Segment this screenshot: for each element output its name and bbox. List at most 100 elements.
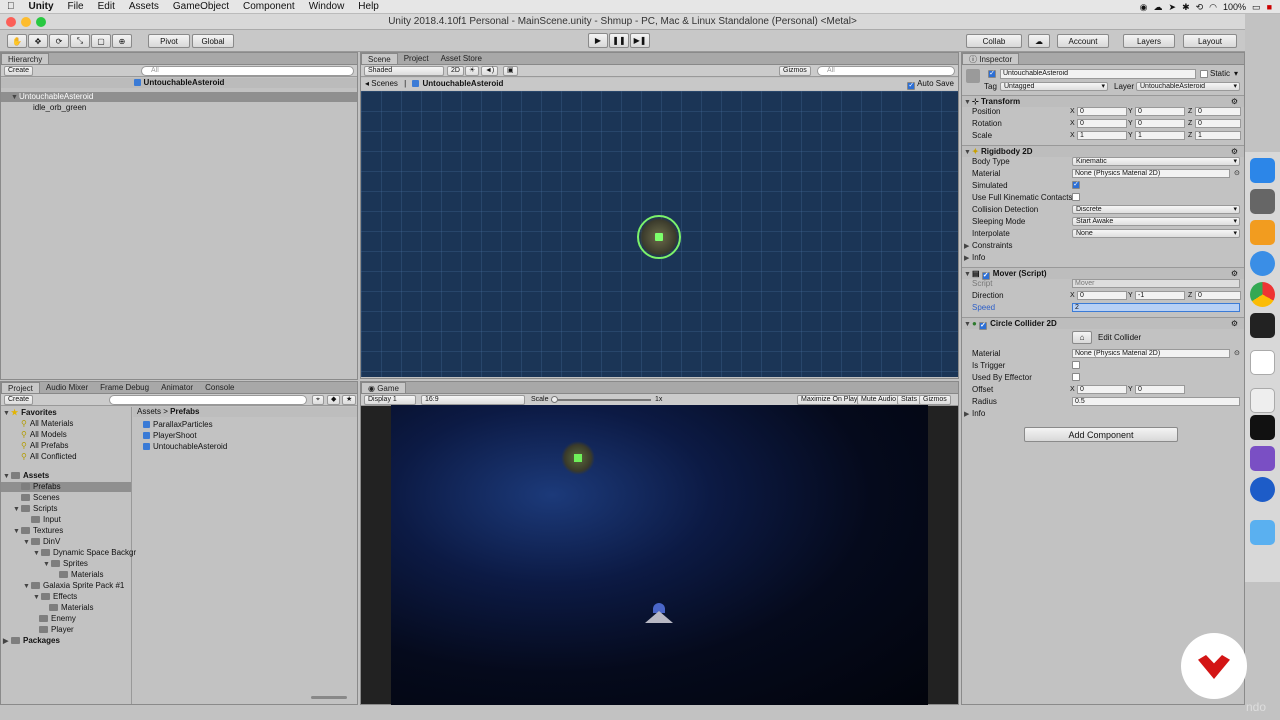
breadcrumb-assets[interactable]: Assets bbox=[137, 407, 161, 416]
mover-script-header[interactable]: ▼▤ ✓ Mover (Script) ⚙ bbox=[962, 267, 1244, 280]
sublime-dock-icon[interactable] bbox=[1250, 220, 1275, 245]
favorite-item[interactable]: ⚲ All Prefabs bbox=[21, 441, 69, 451]
menu-window[interactable]: Window bbox=[302, 1, 352, 12]
folder-item[interactable]: Enemy bbox=[39, 614, 76, 624]
scale-tool-button[interactable]: ⤡ bbox=[70, 34, 90, 48]
transform-tool-button[interactable]: ⊕ bbox=[112, 34, 132, 48]
terminal-dock-icon[interactable] bbox=[1250, 415, 1275, 440]
project-search-input[interactable] bbox=[109, 395, 307, 405]
static-checkbox[interactable] bbox=[1200, 70, 1208, 78]
folder-item[interactable]: Input bbox=[31, 515, 61, 525]
display-dropdown[interactable]: Display 1 bbox=[364, 395, 416, 405]
position-z-field[interactable]: 0 bbox=[1195, 107, 1241, 116]
tab-project[interactable]: Project bbox=[398, 53, 435, 64]
favorite-item[interactable]: ⚲ All Materials bbox=[21, 419, 73, 429]
play-button[interactable]: ▶ bbox=[588, 33, 608, 48]
packages-root[interactable]: ▶ Packages bbox=[3, 636, 60, 646]
assets-root[interactable]: ▼ Assets bbox=[3, 471, 49, 481]
audio-toggle[interactable]: ◄) bbox=[481, 66, 499, 76]
hierarchy-search-input[interactable]: All bbox=[141, 66, 354, 76]
circle-collider-header[interactable]: ▼● ✓ Circle Collider 2D ⚙ bbox=[962, 317, 1244, 330]
send-icon[interactable]: ➤ bbox=[1169, 2, 1177, 13]
cloud-button[interactable]: ☁ bbox=[1028, 34, 1050, 48]
menu-file[interactable]: File bbox=[61, 1, 91, 12]
hierarchy-item[interactable]: ▼UntouchableAsteroid bbox=[1, 92, 357, 102]
game-viewport[interactable] bbox=[391, 405, 928, 705]
stats-toggle[interactable]: Stats bbox=[897, 395, 921, 405]
asset-file[interactable]: ParallaxParticles bbox=[143, 420, 213, 430]
move-tool-button[interactable]: ✥ bbox=[28, 34, 48, 48]
scene-viewport[interactable] bbox=[361, 91, 958, 377]
pause-button[interactable]: ❚❚ bbox=[609, 33, 629, 48]
icon-size-slider[interactable] bbox=[311, 696, 347, 699]
folder-item[interactable]: ▼ Sprites bbox=[43, 559, 88, 569]
tab-frame-debug[interactable]: Frame Debug bbox=[94, 382, 155, 393]
menu-help[interactable]: Help bbox=[351, 1, 386, 12]
tag-dropdown[interactable]: Untagged bbox=[1000, 82, 1108, 91]
constraints-foldout[interactable]: ▶ Constraints bbox=[964, 241, 1012, 251]
direction-z-field[interactable]: 0 bbox=[1195, 291, 1241, 300]
close-window-button[interactable] bbox=[6, 17, 16, 27]
layout-dropdown[interactable]: Layout bbox=[1183, 34, 1237, 48]
layers-dropdown[interactable]: Layers bbox=[1123, 34, 1175, 48]
rect-tool-button[interactable]: ▢ bbox=[91, 34, 111, 48]
scale-y-field[interactable]: 1 bbox=[1135, 131, 1185, 140]
tab-audio-mixer[interactable]: Audio Mixer bbox=[40, 382, 94, 393]
favorite-star-icon[interactable]: ★ bbox=[342, 395, 357, 405]
hierarchy-create-button[interactable]: Create bbox=[4, 66, 34, 76]
global-button[interactable]: Global bbox=[192, 34, 234, 48]
asteroid-sprite[interactable] bbox=[637, 215, 681, 259]
unity-hub-dock-icon[interactable] bbox=[1250, 350, 1275, 375]
time-machine-icon[interactable]: ⟲ bbox=[1196, 2, 1204, 13]
chrome-dock-icon[interactable] bbox=[1250, 282, 1275, 307]
collider-enabled-checkbox[interactable]: ✓ bbox=[979, 322, 988, 330]
step-button[interactable]: ▶❚ bbox=[630, 33, 650, 48]
collider-info-foldout[interactable]: ▶ Info bbox=[964, 409, 985, 419]
full-kinematic-checkbox[interactable] bbox=[1072, 193, 1080, 201]
quicktime-dock-icon[interactable] bbox=[1250, 477, 1275, 502]
collab-button[interactable]: Collab bbox=[966, 34, 1022, 48]
simulated-checkbox[interactable]: ✓ bbox=[1072, 181, 1080, 189]
aspect-dropdown[interactable]: 16:9 bbox=[421, 395, 525, 405]
trash-dock-icon[interactable] bbox=[1250, 551, 1275, 576]
minimize-window-button[interactable] bbox=[21, 17, 31, 27]
interpolate-dropdown[interactable]: None bbox=[1072, 229, 1240, 238]
battery-icon[interactable]: ▭ bbox=[1252, 2, 1261, 13]
folder-item[interactable]: ▼ Scripts bbox=[13, 504, 57, 514]
favorite-item[interactable]: ⚲ All Conflicted bbox=[21, 452, 77, 462]
object-picker-icon[interactable]: ⊙ bbox=[1234, 349, 1240, 357]
shading-mode-dropdown[interactable]: Shaded bbox=[364, 66, 444, 76]
tab-hierarchy[interactable]: Hierarchy bbox=[1, 53, 50, 64]
edit-collider-button[interactable]: ⌂ bbox=[1072, 331, 1092, 344]
radius-field[interactable]: 0.5 bbox=[1072, 397, 1240, 406]
folder-item[interactable]: ▼ Textures bbox=[13, 526, 63, 536]
finder-dock-icon[interactable] bbox=[1250, 158, 1275, 183]
rigidbody2d-header[interactable]: ▼✦ Rigidbody 2D ⚙ bbox=[962, 145, 1244, 157]
tab-asset-store[interactable]: Asset Store bbox=[435, 53, 488, 64]
menu-assets[interactable]: Assets bbox=[122, 1, 166, 12]
breadcrumb-scenes[interactable]: Scenes bbox=[371, 79, 398, 88]
used-by-effector-checkbox[interactable] bbox=[1072, 373, 1080, 381]
active-checkbox[interactable]: ✓ bbox=[988, 70, 996, 78]
breadcrumb-prefabs[interactable]: Prefabs bbox=[170, 407, 199, 416]
autosave-toggle[interactable]: ✓ Auto Save bbox=[907, 78, 954, 90]
asset-file[interactable]: PlayerShoot bbox=[143, 431, 197, 441]
asset-file[interactable]: UntouchableAsteroid bbox=[143, 442, 227, 452]
direction-y-field[interactable]: -1 bbox=[1135, 291, 1185, 300]
tab-scene[interactable]: Scene bbox=[361, 53, 398, 64]
position-x-field[interactable]: 0 bbox=[1077, 107, 1127, 116]
offset-x-field[interactable]: 0 bbox=[1077, 385, 1127, 394]
direction-x-field[interactable]: 0 bbox=[1077, 291, 1127, 300]
folder-item[interactable]: ▼ Galaxia Sprite Pack #1 bbox=[23, 581, 124, 591]
folder-item[interactable]: Materials bbox=[59, 570, 103, 580]
favorites-header[interactable]: ▼★ Favorites bbox=[3, 408, 57, 418]
collider-material-field[interactable]: None (Physics Material 2D) bbox=[1072, 349, 1230, 358]
menu-app-unity[interactable]: Unity bbox=[22, 1, 61, 12]
tab-animator[interactable]: Animator bbox=[155, 382, 199, 393]
menu-edit[interactable]: Edit bbox=[91, 1, 122, 12]
transform-header[interactable]: ▼⊹ Transform ⚙ bbox=[962, 95, 1244, 107]
filter-type-icon[interactable]: ⌖ bbox=[312, 395, 324, 405]
2d-toggle[interactable]: 2D bbox=[447, 66, 464, 76]
tab-console[interactable]: Console bbox=[199, 382, 240, 393]
lighting-toggle[interactable]: ☀ bbox=[465, 66, 480, 76]
